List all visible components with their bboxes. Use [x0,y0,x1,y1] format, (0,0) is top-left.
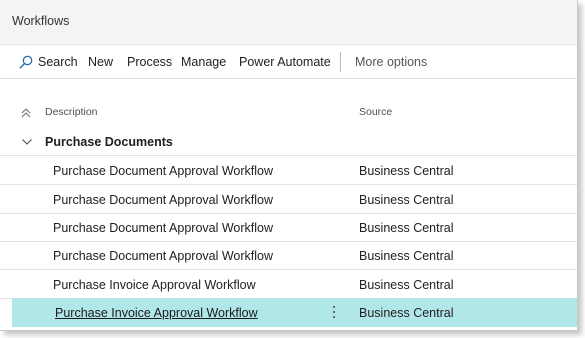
page-content: Search New Process Manage Power Automate… [0,44,577,330]
action-bar: Search New Process Manage Power Automate… [0,45,577,79]
manage-menu-button[interactable]: Manage [181,55,226,69]
row-description[interactable]: Purchase Document Approval Workflow [53,193,273,207]
row-description-link[interactable]: Purchase Invoice Approval Workflow [55,306,258,320]
table-row[interactable]: Purchase Document Approval Workflow Busi… [0,241,577,270]
table-header: Description Source [0,100,577,126]
more-vertical-icon[interactable] [328,304,340,320]
title-bar: Workflows [0,0,577,44]
search-icon[interactable] [19,55,33,69]
row-source: Business Central [359,306,454,320]
table-row[interactable]: Purchase Invoice Approval Workflow Busin… [0,270,577,299]
row-source: Business Central [359,221,454,235]
row-source: Business Central [359,278,454,292]
row-source: Business Central [359,249,454,263]
row-description[interactable]: Purchase Document Approval Workflow [53,164,273,178]
power-automate-menu-button[interactable]: Power Automate [239,55,331,69]
group-label: Purchase Documents [45,135,173,149]
row-description[interactable]: Purchase Document Approval Workflow [53,249,273,263]
column-header-source[interactable]: Source [359,106,392,118]
group-row[interactable]: Purchase Documents [0,128,577,156]
row-source: Business Central [359,164,454,178]
new-button[interactable]: New [88,55,113,69]
action-bar-divider [340,52,341,72]
process-menu-button[interactable]: Process [127,55,172,69]
column-header-description[interactable]: Description [45,106,98,118]
row-description[interactable]: Purchase Invoice Approval Workflow [53,278,256,292]
table-row[interactable]: Purchase Document Approval Workflow Busi… [0,185,577,214]
page-title: Workflows [12,14,70,28]
table-row-selected[interactable]: Purchase Invoice Approval Workflow Busin… [12,298,577,327]
workflows-window: Workflows Search New Process Manage Powe… [0,0,578,331]
table-row[interactable]: Purchase Document Approval Workflow Busi… [0,213,577,242]
chevron-down-icon[interactable] [21,136,33,148]
table-row[interactable]: Purchase Document Approval Workflow Busi… [0,156,577,185]
row-source: Business Central [359,193,454,207]
more-options-button[interactable]: More options [355,55,427,69]
search-button[interactable]: Search [38,55,78,69]
row-description[interactable]: Purchase Document Approval Workflow [53,221,273,235]
sort-ascending-icon[interactable] [20,107,32,119]
